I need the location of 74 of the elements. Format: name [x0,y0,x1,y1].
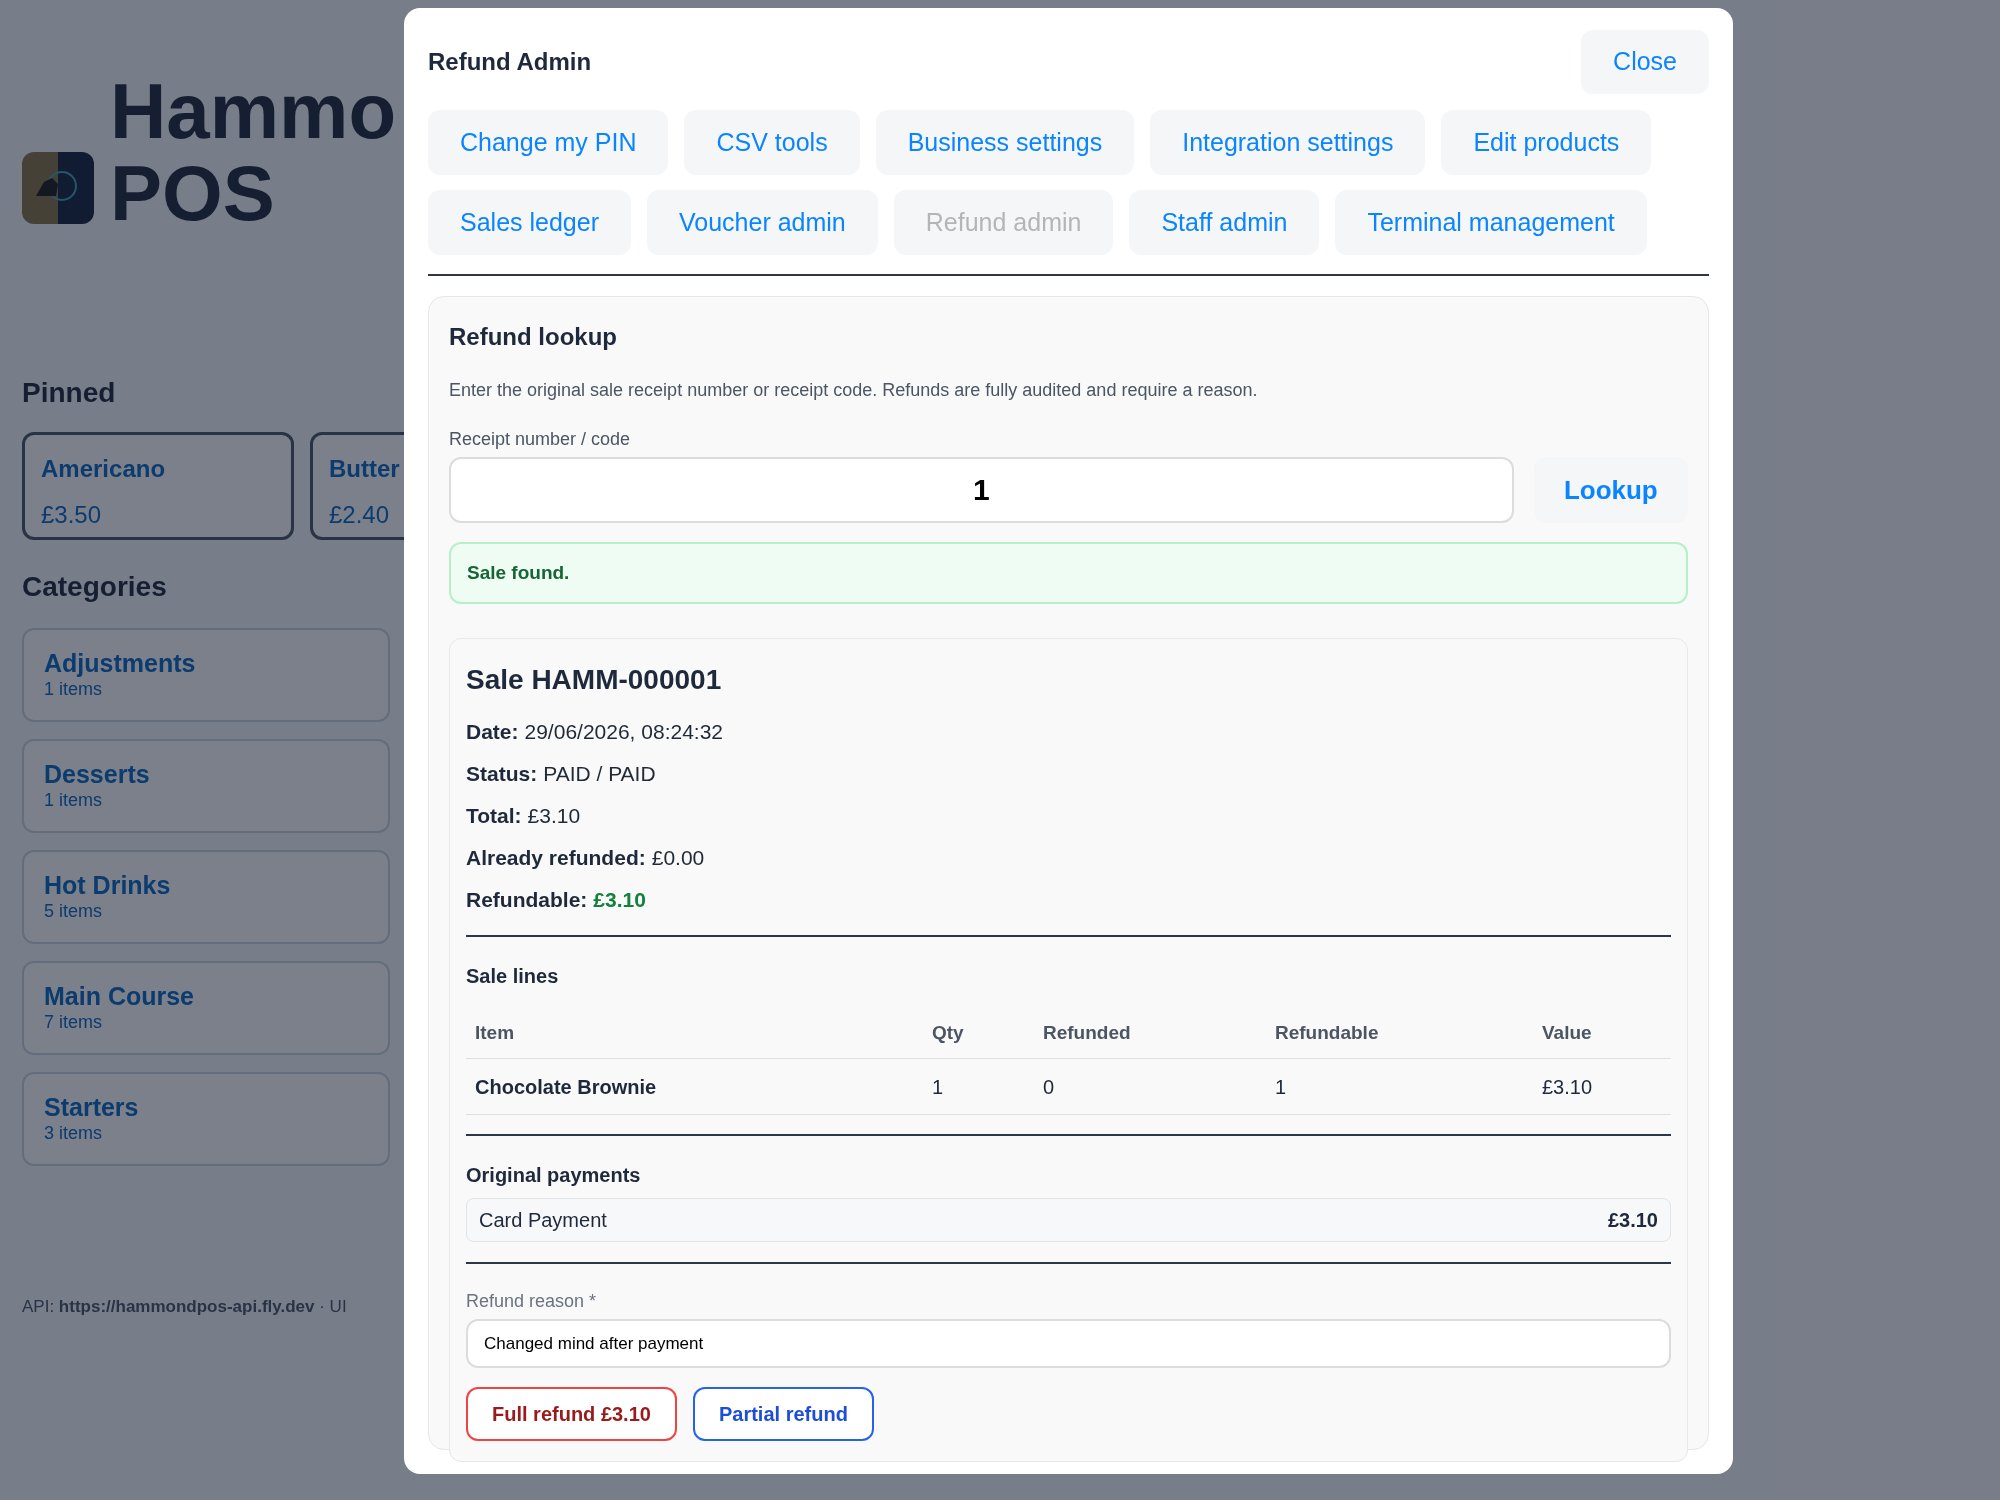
product-price: £3.50 [41,500,103,530]
fact-value: PAID / PAID [543,761,656,787]
category-card[interactable]: Adjustments 1 items [22,628,390,722]
item-count: 3 items [44,1122,104,1144]
pinned-product-card[interactable]: Butter £2.40 [310,432,404,540]
product-price: £2.40 [329,500,391,530]
item-count: 5 items [44,900,104,922]
fact-label: Status: [466,761,538,787]
column-header: Qty [931,1021,965,1046]
admin-tab[interactable]: Change my PIN [428,110,669,175]
panel-heading: Refund lookup [449,322,618,352]
admin-tab[interactable]: Voucher admin [647,190,878,255]
category-name: Adjustments [44,648,197,678]
category-card[interactable]: Starters 3 items [22,1072,390,1166]
product-name: Butter [329,454,401,484]
item-count: 1 items [44,678,104,700]
category-card[interactable]: Desserts 1 items [22,739,390,833]
sale-title: Sale HAMM-000001 [466,663,723,697]
admin-tab[interactable]: Refund admin [893,190,1114,255]
success-alert: Sale found. [449,542,1688,604]
description-text: Enter the original sale receipt number or receipt code. Refunds are fully audited and require a reason. [449,379,1259,402]
column-header: Refundable [1274,1021,1380,1046]
sub-heading: Original payments [466,1163,642,1188]
fact-value: £3.10 [527,803,581,829]
category-name: Main Course [44,981,196,1011]
table-cell-text: 1 [1274,1074,1288,1100]
product-name: Americano [41,454,167,484]
field-label: Receipt number / code [449,428,632,451]
admin-tab[interactable]: Integration settings [1150,110,1426,175]
column-header: Refunded [1042,1021,1132,1046]
column-header: Item [474,1021,516,1046]
section-heading: Categories [21,570,168,604]
fact-value: £0.00 [651,845,705,871]
full-refund-button[interactable]: Full refund £3.10 [466,1387,677,1441]
admin-tab[interactable]: Terminal management [1335,190,1647,255]
close-button[interactable]: Close [1581,30,1709,94]
category-name: Starters [44,1092,140,1122]
api-footer-text: API: https://hammondpos-api.fly.dev · UI [21,1296,348,1318]
sub-heading: Sale lines [466,964,560,989]
fact-label: Refundable: [466,887,588,913]
lookup-button[interactable]: Lookup [1533,457,1688,523]
admin-tab[interactable]: CSV tools [684,110,860,175]
fact-value: 29/06/2026, 08:24:32 [524,719,724,745]
field-label: Refund reason * [466,1290,598,1313]
category-card[interactable]: Main Course 7 items [22,961,390,1055]
payment-method: Card Payment [479,1208,607,1233]
dialog-title: Refund Admin [428,47,592,77]
table-cell-text: Chocolate Brownie [474,1074,658,1100]
reason-input[interactable]: Changed mind after payment [466,1319,1671,1368]
admin-tab[interactable]: Business settings [875,110,1135,175]
fact-label: Date: [466,719,519,745]
category-name: Desserts [44,759,151,789]
admin-tab[interactable]: Edit products [1441,110,1652,175]
item-count: 7 items [44,1011,104,1033]
section-heading: Pinned [21,376,117,410]
admin-tab[interactable]: Sales ledger [428,190,631,255]
app-title: Hammo [110,70,397,152]
logo-icon [22,152,94,224]
partial-refund-button[interactable]: Partial refund [692,1387,874,1441]
category-name: Hot Drinks [44,870,172,900]
admin-tab[interactable]: Staff admin [1129,190,1320,255]
table-cell-text: 1 [931,1074,945,1100]
table-cell-text: £3.10 [1541,1074,1594,1100]
fact-value: £3.10 [593,887,646,913]
column-header: Value [1541,1021,1593,1046]
fact-label: Already refunded: [466,845,646,871]
item-count: 1 items [44,789,104,811]
pinned-product-card[interactable]: Americano £3.50 [22,432,294,540]
category-card[interactable]: Hot Drinks 5 items [22,850,390,944]
receipt-input[interactable]: 1 [449,457,1514,523]
table-cell-text: 0 [1042,1074,1056,1100]
app-title: POS [110,152,276,234]
fact-label: Total: [466,803,522,829]
payment-amount: £3.10 [1607,1208,1658,1233]
